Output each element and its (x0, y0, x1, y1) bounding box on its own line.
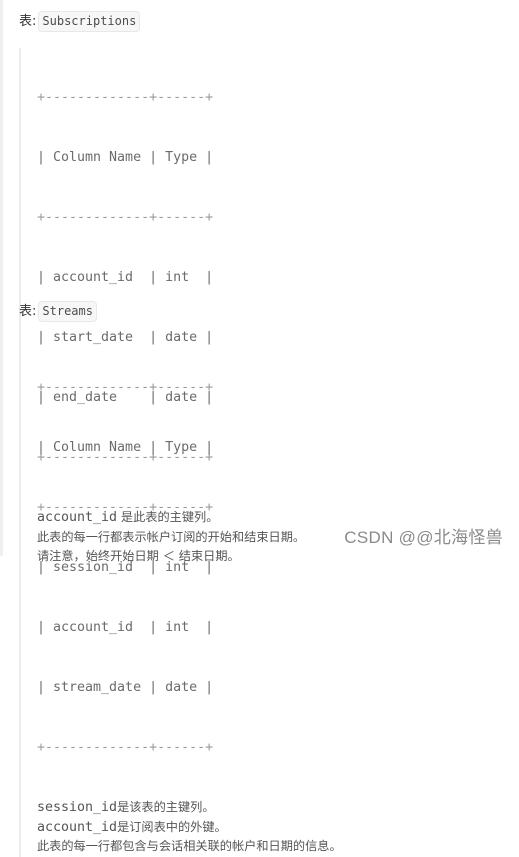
table-label-prefix: 表: (19, 304, 37, 319)
page-left-edge (0, 0, 3, 556)
schema-row: | session_id | int | (37, 560, 214, 575)
table-name-code: Streams (38, 301, 97, 322)
schema-border: +-------------+------+ (37, 210, 214, 225)
schema-border: +-------------+------+ (37, 740, 214, 755)
schema-block-streams: +-------------+------+ | Column Name | T… (19, 338, 457, 857)
schema-row: | account_id | int | (37, 270, 214, 285)
schema-header: | Column Name | Type | (37, 440, 214, 455)
schema-border: +-------------+------+ (37, 500, 214, 515)
schema-table: +-------------+------+ | Column Name | T… (37, 338, 457, 798)
table-label-streams: 表: Streams (19, 301, 97, 323)
schema-border: +-------------+------+ (37, 90, 214, 105)
note-text: 此表的每一行都包含与会话相关联的帐户和日期的信息。 (37, 839, 342, 854)
schema-row: | account_id | int | (37, 620, 214, 635)
csdn-watermark: CSDN @@北海怪兽 (344, 528, 503, 547)
note-text: 是订阅表中的外键。 (117, 819, 227, 834)
note-line: 此表的每一行都包含与会话相关联的帐户和日期的信息。 (37, 837, 457, 857)
note-code: session_id (37, 800, 118, 815)
note-line: account_id是订阅表中的外键。 (37, 818, 457, 838)
note-line: session_id是该表的主键列。 (37, 798, 457, 818)
table-name-code: Subscriptions (38, 11, 141, 32)
table-label-prefix: 表: (19, 14, 37, 29)
table-label-subscriptions: 表: Subscriptions (19, 11, 141, 33)
schema-header: | Column Name | Type | (37, 150, 214, 165)
note-text: 是该表的主键列。 (117, 800, 215, 814)
schema-row: | stream_date | date | (37, 680, 214, 695)
schema-border: +-------------+------+ (37, 380, 214, 395)
note-code: account_id (37, 819, 118, 835)
